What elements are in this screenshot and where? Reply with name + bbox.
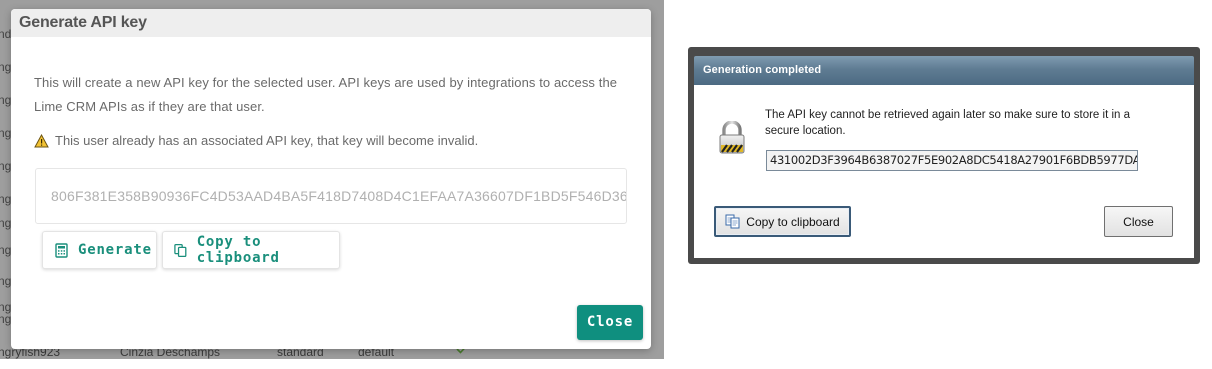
copy-icon	[174, 243, 187, 257]
warning-icon	[34, 133, 49, 147]
dialog-titlebar[interactable]: Generation completed	[694, 56, 1194, 85]
calculator-icon	[55, 242, 68, 258]
background-row-fragment: ng	[0, 159, 12, 173]
generation-completed-dialog: Generation completed The API key cannot …	[688, 47, 1200, 264]
warning-message: This user already has an associated API …	[34, 133, 478, 148]
dialog-body: The API key cannot be retrieved again la…	[694, 85, 1194, 258]
background-row-fragment: ng	[0, 216, 12, 230]
background-row-fragment: ng	[0, 126, 12, 140]
background-row-fragment: ng	[0, 93, 12, 107]
copy-label: Copy to clipboard	[746, 214, 840, 229]
close-button[interactable]: Close	[1104, 206, 1173, 237]
copy-icon	[725, 214, 740, 229]
api-key-field[interactable]: 431002D3F3964B6387027F5E902A8DC5418A2790…	[766, 150, 1138, 171]
background-row-fragment: nd	[0, 27, 12, 41]
modal-header: Generate API key	[11, 9, 651, 37]
background-row-fragment: ng	[0, 274, 12, 288]
generate-button[interactable]: Generate	[42, 231, 157, 269]
web-screenshot: nd ng ng ng ng ng ng ng ng ng ng ngryfis…	[0, 0, 664, 359]
dialog-title: Generation completed	[703, 64, 822, 76]
background-row-fragment: ng	[0, 60, 12, 74]
padlock-icon	[719, 121, 745, 154]
modal-title: Generate API key	[19, 14, 147, 31]
api-key-field[interactable]: 806F381E358B90936FC4D53AAD4BA5F418D7408D…	[35, 168, 627, 224]
generate-label: Generate	[78, 242, 152, 258]
background-row-fragment: ng	[0, 243, 12, 257]
copy-to-clipboard-button[interactable]: Copy to clipboard	[162, 231, 340, 269]
background-row-fragment: ng	[0, 192, 12, 206]
warning-text: This user already has an associated API …	[55, 133, 479, 148]
generate-api-key-modal: Generate API key This will create a new …	[11, 9, 651, 349]
close-button[interactable]: Close	[577, 305, 643, 340]
dialog-message: The API key cannot be retrieved again la…	[765, 109, 1131, 137]
copy-to-clipboard-button[interactable]: Copy to clipboard	[714, 206, 851, 237]
background-row-fragment: ng	[0, 312, 12, 326]
modal-description: This will create a new API key for the s…	[34, 75, 618, 114]
copy-label: Copy to clipboard	[196, 234, 280, 266]
